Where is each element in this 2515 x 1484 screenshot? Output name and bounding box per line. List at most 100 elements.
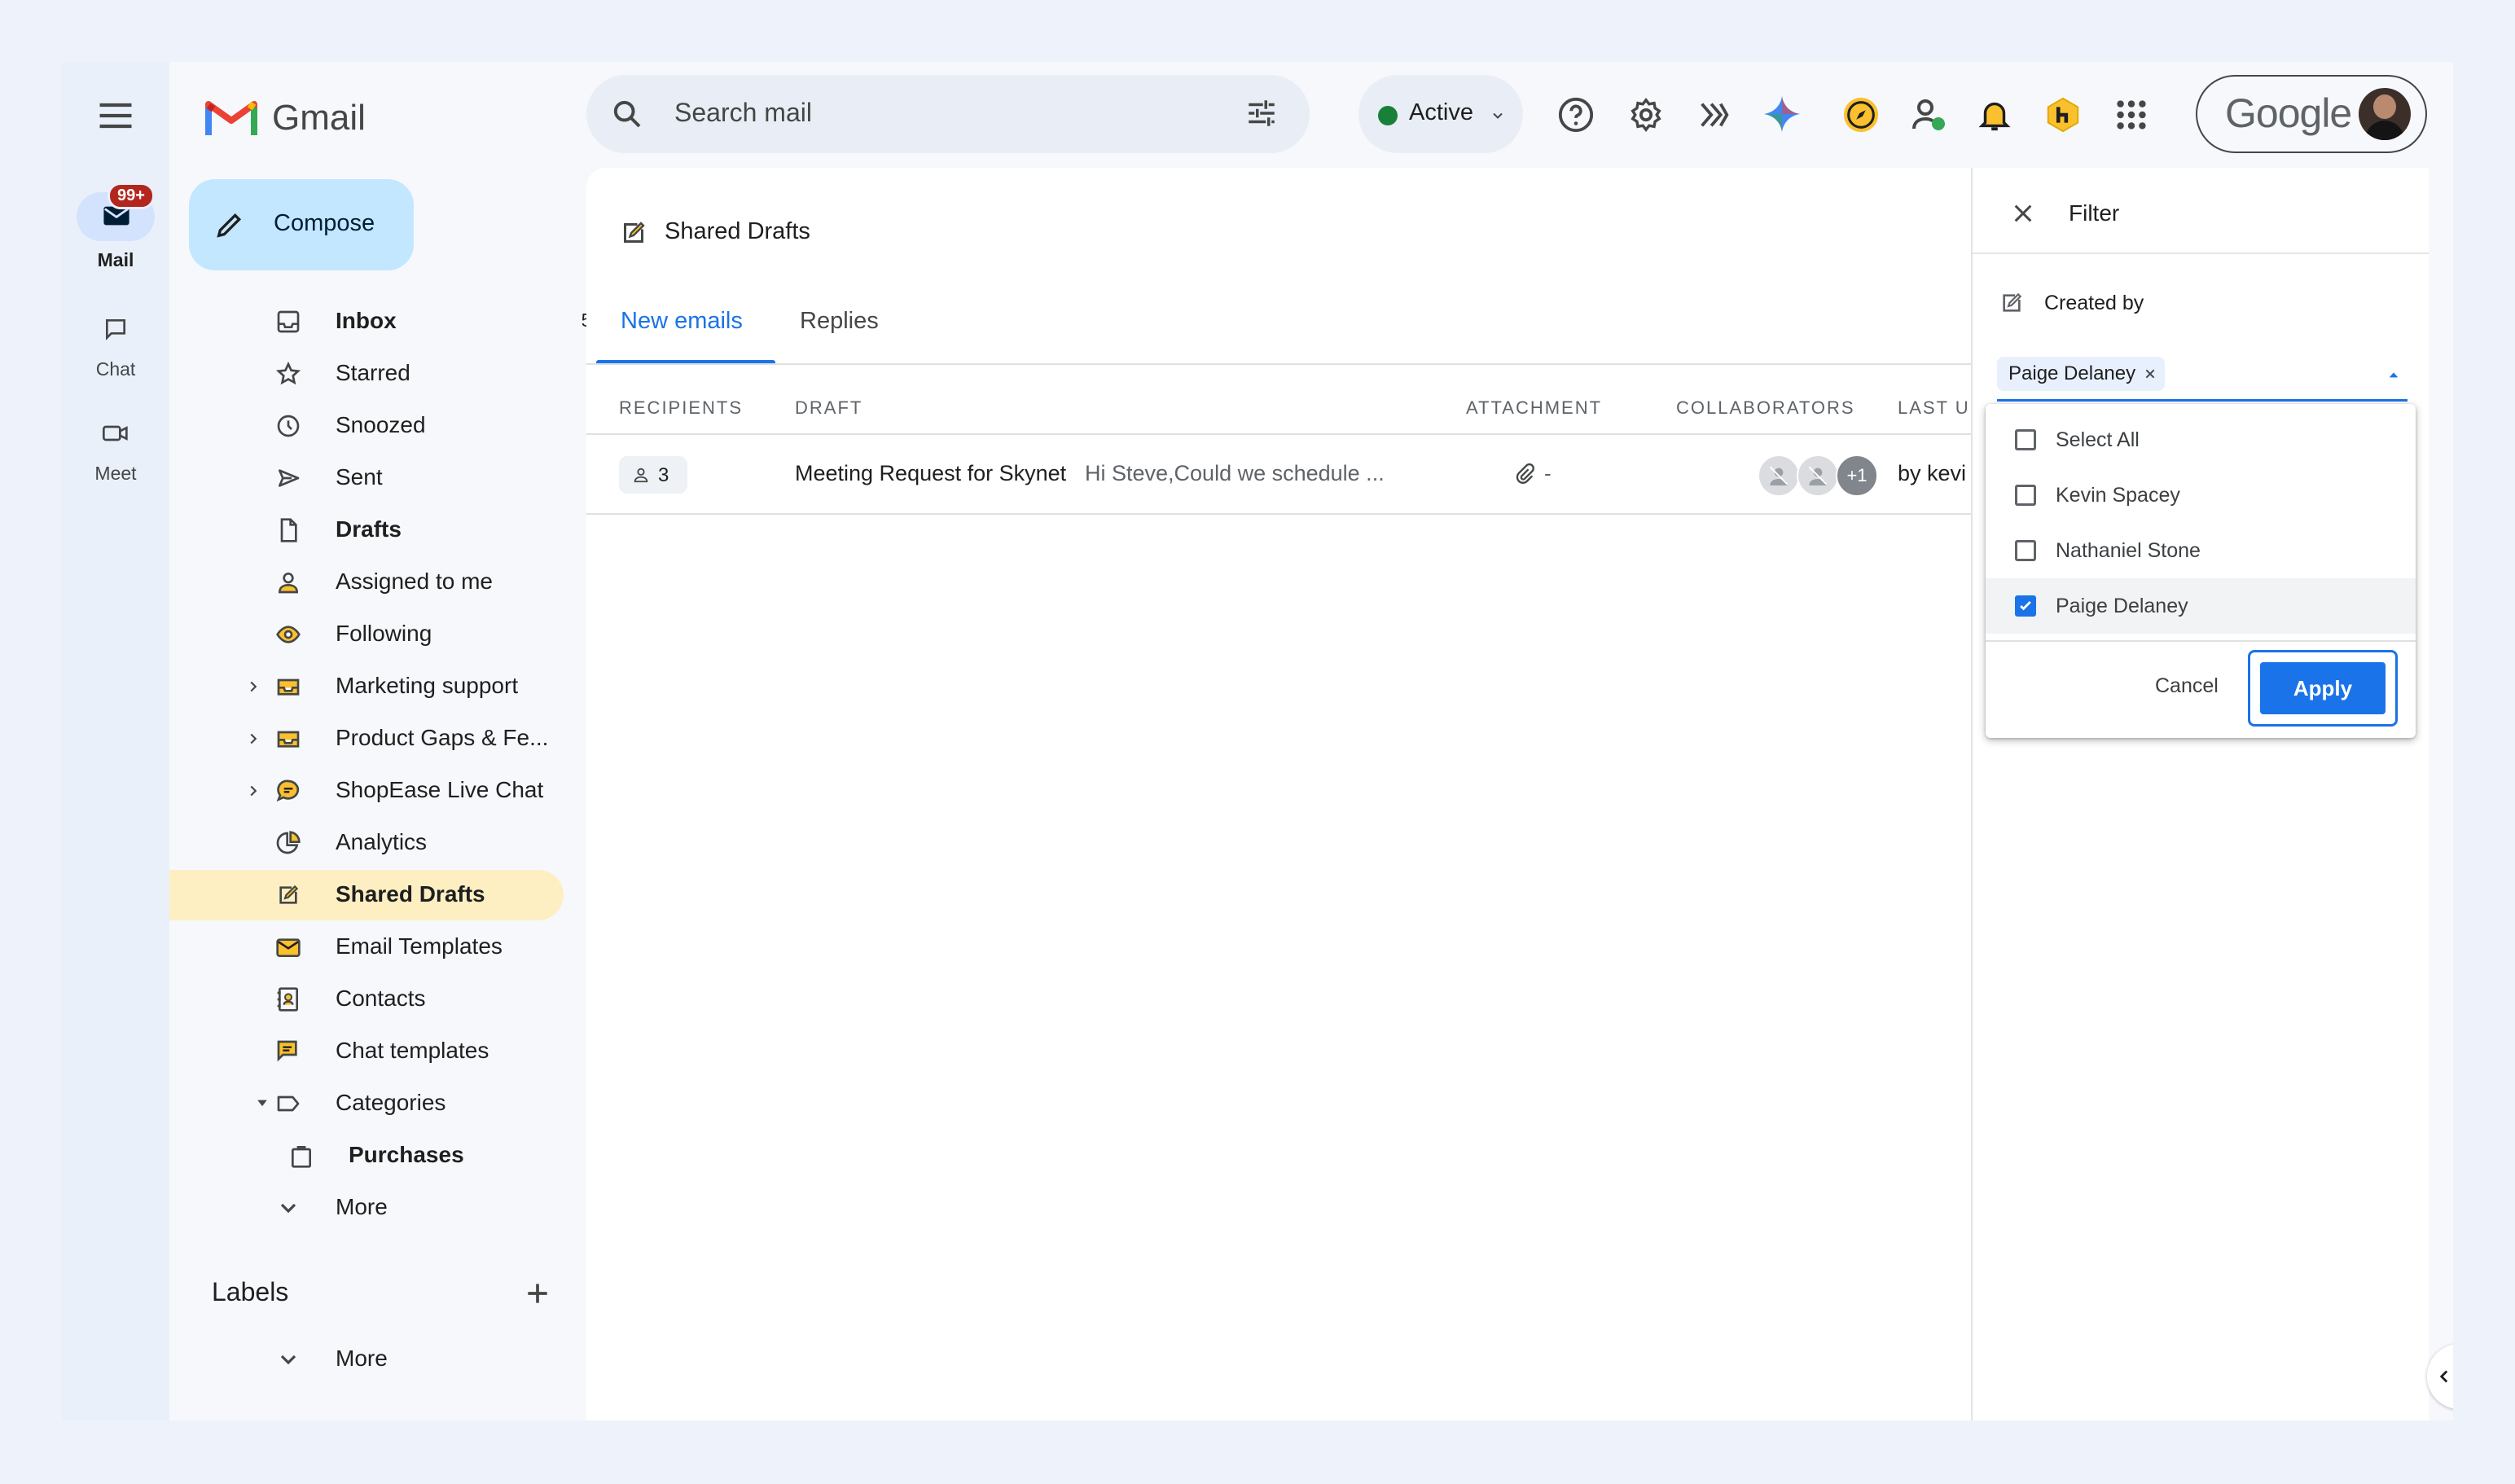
template-icon bbox=[276, 938, 301, 957]
rail-item-mail[interactable]: 99+ Mail bbox=[62, 182, 169, 282]
collaborators-more-badge[interactable]: +1 bbox=[1836, 454, 1878, 497]
nav-item-starred[interactable]: Starred bbox=[169, 349, 629, 399]
main-menu-button[interactable] bbox=[94, 94, 137, 137]
label-icon bbox=[277, 1095, 300, 1112]
nav-item-email-templates[interactable]: Email Templates bbox=[169, 922, 629, 973]
status-selector[interactable]: Active bbox=[1358, 75, 1523, 153]
nav-item-purchases[interactable]: Purchases 21 bbox=[169, 1131, 629, 1181]
nav-item-marketing-support[interactable]: Marketing support 1 bbox=[169, 661, 629, 712]
chevron-left-icon bbox=[2439, 1370, 2448, 1383]
checkbox[interactable] bbox=[2015, 429, 2036, 450]
apply-focus-ring: Apply bbox=[2248, 650, 2398, 727]
option-paige-delaney[interactable]: Paige Delaney bbox=[1986, 578, 2416, 634]
close-icon[interactable] bbox=[2010, 200, 2036, 226]
paperclip-icon bbox=[1516, 463, 1534, 484]
recipients-chip[interactable]: 3 bbox=[619, 456, 687, 494]
search-bar[interactable]: Search mail bbox=[586, 75, 1310, 153]
gemini-icon[interactable] bbox=[1762, 94, 1802, 134]
compass-icon[interactable] bbox=[1842, 96, 1880, 134]
option-kevin-spacey[interactable]: Kevin Spacey bbox=[1986, 468, 2416, 523]
chevron-right-icon[interactable] bbox=[244, 729, 262, 749]
table-row[interactable]: 3 Meeting Request for Skynet Hi Steve,Co… bbox=[586, 435, 2018, 515]
labels-more[interactable]: More bbox=[169, 1334, 629, 1385]
add-label-icon[interactable] bbox=[521, 1277, 554, 1310]
nav-item-categories[interactable]: Categories bbox=[169, 1078, 629, 1129]
option-label: Paige Delaney bbox=[2056, 595, 2188, 617]
checkbox-checked[interactable] bbox=[2015, 595, 2036, 617]
avatar[interactable] bbox=[2359, 88, 2411, 140]
status-dot bbox=[1378, 106, 1398, 125]
status-label: Active bbox=[1409, 99, 1473, 125]
person-status-icon[interactable] bbox=[1909, 94, 1948, 134]
app-rail: 99+ Mail Chat Meet bbox=[62, 62, 169, 1420]
person-placeholder-icon bbox=[1808, 466, 1828, 485]
rail-item-chat[interactable]: Chat bbox=[62, 305, 169, 386]
nav-label: Categories bbox=[336, 1090, 446, 1115]
checkbox[interactable] bbox=[2015, 540, 2036, 561]
nav-item-shopease-live-chat[interactable]: ShopEase Live Chat bbox=[169, 766, 629, 816]
checkbox[interactable] bbox=[2015, 485, 2036, 506]
person-placeholder-icon bbox=[1769, 466, 1789, 485]
star-icon bbox=[275, 361, 301, 385]
extension-icon[interactable] bbox=[1696, 96, 1733, 134]
google-wordmark: Google bbox=[2225, 90, 2352, 136]
search-input[interactable]: Search mail bbox=[674, 98, 812, 128]
last-updated-value: by kevi bbox=[1898, 461, 1967, 485]
nav-item-sent[interactable]: Sent bbox=[169, 453, 629, 503]
hiver-icon[interactable] bbox=[2044, 96, 2082, 134]
caret-down-icon[interactable] bbox=[254, 1095, 270, 1111]
caret-up-icon[interactable] bbox=[2386, 368, 2401, 381]
cancel-button[interactable]: Cancel bbox=[2155, 674, 2219, 698]
search-icon[interactable] bbox=[611, 98, 643, 130]
nav-item-analytics[interactable]: Analytics bbox=[169, 818, 629, 868]
help-icon[interactable] bbox=[1557, 96, 1595, 134]
row-divider bbox=[586, 513, 2018, 515]
selected-chip[interactable]: Paige Delaney bbox=[1997, 357, 2166, 391]
gmail-m-icon bbox=[205, 101, 257, 135]
bell-icon[interactable] bbox=[1976, 96, 2013, 134]
nav-label: Assigned to me bbox=[336, 569, 493, 594]
option-nathaniel-stone[interactable]: Nathaniel Stone bbox=[1986, 523, 2416, 578]
chevron-right-icon[interactable] bbox=[244, 677, 262, 696]
created-by-select[interactable]: Paige Delaney bbox=[1997, 350, 2407, 402]
nav-item-chat-templates[interactable]: Chat templates bbox=[169, 1026, 629, 1077]
nav-item-following[interactable]: Following bbox=[169, 609, 629, 660]
column-header-attachment: ATTACHMENT bbox=[1466, 397, 1603, 418]
unread-badge: 99+ bbox=[108, 182, 155, 209]
nav-item-product-gaps[interactable]: Product Gaps & Fe... 1 bbox=[169, 713, 629, 764]
gmail-logo[interactable]: Gmail bbox=[205, 91, 384, 143]
select-underline bbox=[1997, 399, 2407, 402]
draft-subject: Meeting Request for Skynet bbox=[795, 461, 1067, 485]
account-button[interactable]: Google bbox=[2196, 75, 2427, 153]
nav-item-assigned-to-me[interactable]: Assigned to me 41 bbox=[169, 557, 629, 608]
option-select-all[interactable]: Select All bbox=[1986, 412, 2416, 468]
nav-item-snoozed[interactable]: Snoozed bbox=[169, 401, 629, 451]
nav-item-inbox[interactable]: Inbox 527 bbox=[169, 296, 629, 347]
option-label: Kevin Spacey bbox=[2056, 484, 2180, 507]
main-panel: Shared Drafts New emails Replies RECIPIE… bbox=[586, 168, 2018, 1420]
nav-item-drafts[interactable]: Drafts 18 bbox=[169, 505, 629, 555]
side-panel-toggle[interactable] bbox=[2427, 1344, 2453, 1409]
apps-grid-icon[interactable] bbox=[2113, 96, 2150, 134]
nav-label: Purchases bbox=[349, 1142, 464, 1167]
tab-new-emails[interactable]: New emails bbox=[596, 290, 775, 365]
chip-remove-icon[interactable] bbox=[2144, 367, 2157, 380]
chat-template-icon bbox=[277, 1040, 297, 1062]
nav-label: Sent bbox=[336, 464, 383, 490]
nav-label: ShopEase Live Chat bbox=[336, 777, 544, 802]
nav-item-contacts[interactable]: Contacts bbox=[169, 974, 629, 1025]
filter-panel: Filter Created by Paige Delaney bbox=[1971, 168, 2429, 1420]
nav-item-more[interactable]: More bbox=[169, 1183, 629, 1233]
compose-button[interactable]: Compose bbox=[189, 179, 414, 270]
nav-item-shared-drafts[interactable]: Shared Drafts bbox=[169, 870, 564, 920]
send-icon bbox=[279, 469, 300, 487]
rail-item-meet[interactable]: Meet bbox=[62, 409, 169, 490]
pie-chart-icon bbox=[276, 831, 301, 854]
chevron-right-icon[interactable] bbox=[244, 781, 262, 801]
nav-label: Inbox bbox=[336, 308, 397, 333]
nav-label: Starred bbox=[336, 360, 410, 385]
search-options-icon[interactable] bbox=[1244, 96, 1279, 130]
settings-icon[interactable] bbox=[1627, 96, 1665, 134]
tab-replies[interactable]: Replies bbox=[790, 290, 904, 365]
apply-button[interactable]: Apply bbox=[2260, 662, 2386, 714]
